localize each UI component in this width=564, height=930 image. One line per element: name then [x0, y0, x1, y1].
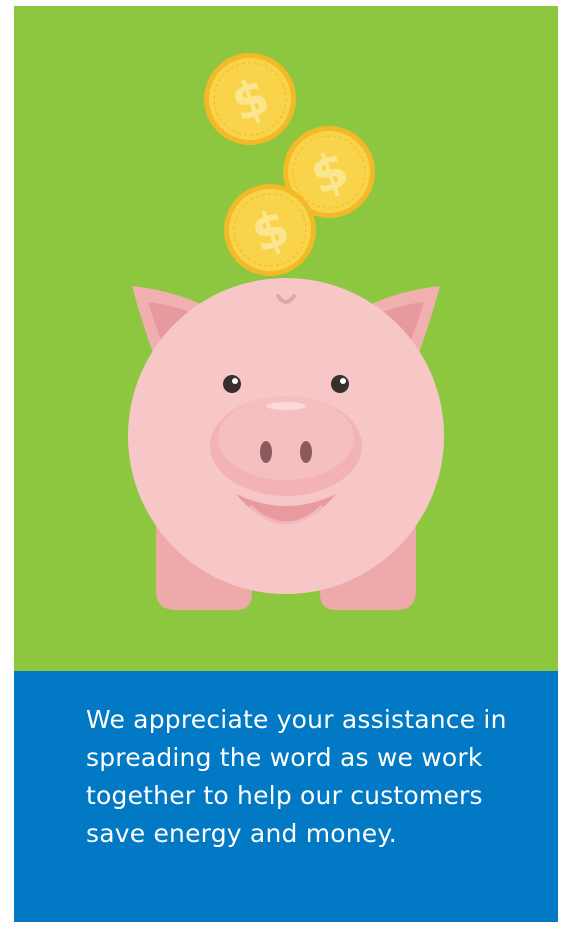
appreciation-message: We appreciate your assistance in spreadi… — [86, 705, 507, 848]
savings-card: $ $ $ We appreciate your assistance in s… — [14, 6, 558, 922]
piggy-bank-illustration: $ $ $ — [14, 6, 558, 671]
piggy-bank-scene: $ $ $ — [14, 6, 558, 671]
pig-snout — [210, 396, 362, 496]
message-panel: We appreciate your assistance in spreadi… — [14, 671, 558, 922]
